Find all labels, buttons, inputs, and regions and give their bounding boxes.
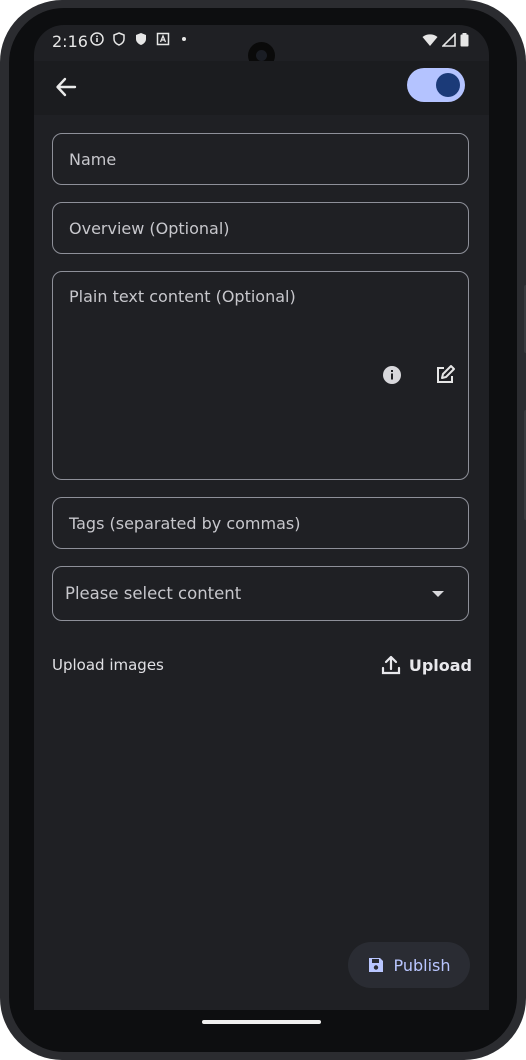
phone-frame: 2:16 Name Overview (Optional) Plain text…	[0, 0, 526, 1060]
status-right-icons	[422, 33, 469, 47]
tags-placeholder: Tags (separated by commas)	[69, 514, 301, 533]
battery-icon	[460, 33, 469, 47]
upload-button[interactable]: Upload	[381, 653, 472, 677]
publish-button[interactable]: Publish	[348, 942, 470, 988]
info-icon[interactable]	[383, 366, 401, 384]
toggle-knob	[436, 73, 460, 97]
upload-icon	[381, 655, 400, 675]
publish-toggle[interactable]	[407, 68, 465, 102]
status-icons	[90, 32, 186, 46]
content-select[interactable]: Please select content	[52, 566, 469, 621]
gesture-bar[interactable]	[202, 1020, 321, 1024]
upload-button-label: Upload	[408, 655, 472, 675]
plain-text-placeholder: Plain text content (Optional)	[69, 287, 296, 306]
status-time: 2:16	[52, 32, 88, 51]
notification-dot	[182, 37, 186, 41]
app-screen: 2:16 Name Overview (Optional) Plain text…	[34, 25, 489, 1010]
shield-filled-icon	[134, 32, 148, 46]
save-icon	[369, 958, 384, 972]
overview-placeholder: Overview (Optional)	[69, 219, 230, 238]
signal-icon	[442, 33, 456, 47]
upload-images-label: Upload images	[52, 656, 164, 674]
name-field[interactable]: Name	[52, 133, 469, 185]
overview-field[interactable]: Overview (Optional)	[52, 202, 469, 254]
name-placeholder: Name	[69, 150, 117, 169]
dropdown-caret-icon	[432, 591, 444, 597]
shield-icon	[112, 32, 126, 46]
app-bar	[34, 61, 489, 115]
arrow-left-icon	[56, 77, 77, 97]
edit-icon[interactable]	[434, 364, 456, 386]
tags-field[interactable]: Tags (separated by commas)	[52, 497, 469, 549]
back-button[interactable]	[50, 71, 82, 103]
select-placeholder: Please select content	[65, 584, 242, 603]
wifi-icon	[422, 34, 438, 46]
plain-text-field[interactable]: Plain text content (Optional)	[52, 271, 469, 480]
a-box-icon	[156, 32, 170, 46]
upload-row: Upload images Upload	[52, 653, 472, 677]
publish-button-label: Publish	[393, 955, 451, 975]
info-icon	[90, 32, 104, 46]
